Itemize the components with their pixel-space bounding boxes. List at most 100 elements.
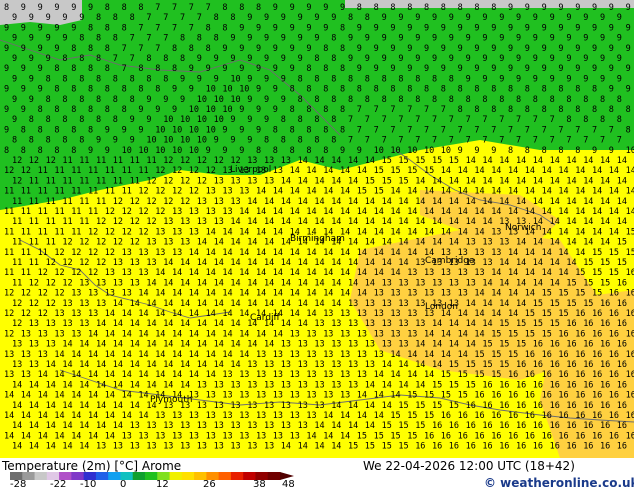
temperature-value: 14 xyxy=(323,431,333,441)
temperature-value: 13 xyxy=(54,329,64,339)
temperature-value: 13 xyxy=(256,350,266,360)
temperature-value: 14 xyxy=(273,329,283,339)
temperature-value: 14 xyxy=(298,217,308,227)
temperature-value: 16 xyxy=(600,319,610,329)
temperature-value: 16 xyxy=(482,421,492,431)
temperature-value: 7 xyxy=(172,3,177,13)
temperature-value: 13 xyxy=(256,431,266,441)
temperature-value: 8 xyxy=(575,85,580,95)
temperature-value: 9 xyxy=(499,74,504,84)
temperature-value: 14 xyxy=(550,278,560,288)
temperature-value: 13 xyxy=(146,258,156,268)
temperature-value: 8 xyxy=(407,3,412,13)
temperature-value: 16 xyxy=(491,431,501,441)
temperature-value: 7 xyxy=(146,13,151,23)
temperature-value: 13 xyxy=(138,268,148,278)
temperature-value: 15 xyxy=(407,431,417,441)
temperature-value: 9 xyxy=(113,136,118,146)
temperature-value: 13 xyxy=(247,380,257,390)
temperature-value: 14 xyxy=(583,238,593,248)
temperature-value: 12 xyxy=(122,207,132,217)
temperature-value: 14 xyxy=(155,268,165,278)
temperature-value: 14 xyxy=(600,176,610,186)
temperature-value: 13 xyxy=(239,370,249,380)
temperature-value: 13 xyxy=(348,319,358,329)
temperature-value: 9 xyxy=(516,13,521,23)
temperature-value: 16 xyxy=(626,350,634,360)
temperature-value: 15 xyxy=(398,176,408,186)
temperature-value: 9 xyxy=(583,54,588,64)
temperature-value: 14 xyxy=(390,350,400,360)
temperature-value: 8 xyxy=(348,95,353,105)
temperature-value: 12 xyxy=(46,299,56,309)
temperature-value: 15 xyxy=(466,360,476,370)
temperature-value: 8 xyxy=(54,64,59,74)
city-label-london: London xyxy=(425,302,458,312)
temperature-value: 14 xyxy=(146,319,156,329)
temperature-value: 16 xyxy=(525,411,535,421)
temperature-value: 10 xyxy=(239,85,249,95)
temperature-value: 14 xyxy=(374,411,384,421)
temperature-value: 8 xyxy=(206,44,211,54)
temperature-value: 14 xyxy=(525,187,535,197)
temperature-value: 9 xyxy=(138,105,143,115)
temperature-value: 9 xyxy=(458,146,463,156)
temperature-value: 16 xyxy=(533,360,543,370)
temperature-value: 14 xyxy=(533,238,543,248)
temperature-value: 16 xyxy=(617,380,627,390)
temperature-value: 8 xyxy=(323,146,328,156)
temperature-value: 9 xyxy=(54,3,59,13)
temperature-value: 8 xyxy=(214,34,219,44)
temperature-value: 9 xyxy=(29,74,34,84)
temperature-value: 8 xyxy=(71,105,76,115)
temperature-value: 13 xyxy=(130,258,140,268)
scale-swatch xyxy=(218,472,232,480)
temperature-value: 7 xyxy=(155,23,160,33)
temperature-value: 9 xyxy=(474,146,479,156)
temperature-value: 16 xyxy=(525,391,535,401)
temperature-value: 14 xyxy=(306,268,316,278)
temperature-value: 14 xyxy=(130,319,140,329)
temperature-value: 14 xyxy=(474,227,484,237)
temperature-value: 15 xyxy=(365,442,375,452)
temperature-value: 14 xyxy=(46,380,56,390)
temperature-value: 9 xyxy=(281,34,286,44)
temperature-value: 14 xyxy=(62,340,72,350)
temperature-value: 8 xyxy=(146,74,151,84)
temperature-value: 8 xyxy=(458,3,463,13)
temperature-value: 15 xyxy=(542,289,552,299)
temperature-value: 9 xyxy=(583,74,588,84)
temperature-value: 16 xyxy=(491,411,501,421)
temperature-value: 16 xyxy=(542,350,552,360)
temperature-value: 15 xyxy=(382,421,392,431)
temperature-value: 14 xyxy=(508,289,518,299)
temperature-value: 12 xyxy=(38,289,48,299)
temperature-value: 14 xyxy=(357,411,367,421)
temperature-value: 8 xyxy=(609,105,614,115)
temperature-value: 8 xyxy=(88,23,93,33)
temperature-value: 14 xyxy=(449,197,459,207)
temperature-value: 13 xyxy=(206,207,216,217)
temperature-value: 12 xyxy=(180,176,190,186)
temperature-value: 14 xyxy=(357,289,367,299)
temperature-value: 15 xyxy=(499,319,509,329)
temperature-value: 14 xyxy=(398,380,408,390)
temperature-value: 14 xyxy=(374,207,384,217)
temperature-value: 14 xyxy=(113,299,123,309)
temperature-value: 9 xyxy=(247,54,252,64)
temperature-value: 14 xyxy=(365,217,375,227)
city-label-norwich: Norwich xyxy=(505,223,541,233)
temperature-value: 9 xyxy=(122,125,127,135)
temperature-value: 14 xyxy=(542,166,552,176)
temperature-value: 15 xyxy=(617,258,627,268)
temperature-value: 8 xyxy=(331,34,336,44)
temperature-value: 14 xyxy=(382,197,392,207)
temperature-value: 14 xyxy=(62,380,72,390)
temperature-value: 8 xyxy=(314,95,319,105)
temperature-value: 14 xyxy=(54,431,64,441)
scale-swatch xyxy=(95,472,109,480)
temperature-value: 14 xyxy=(458,350,468,360)
temperature-value: 14 xyxy=(365,156,375,166)
temperature-value: 8 xyxy=(348,13,353,23)
temperature-value: 9 xyxy=(482,54,487,64)
